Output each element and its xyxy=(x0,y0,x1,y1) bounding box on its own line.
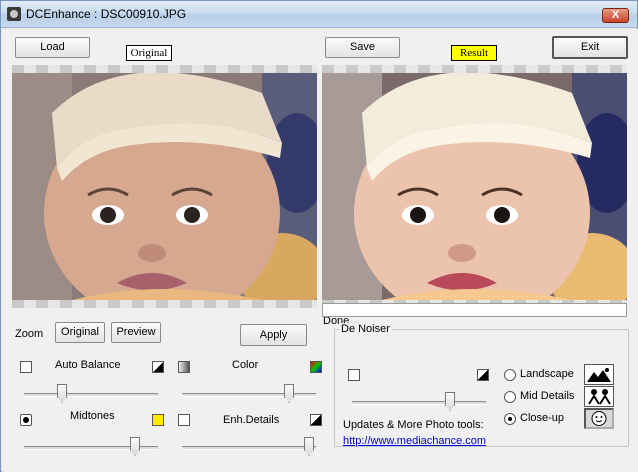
landscape-icon[interactable] xyxy=(584,364,614,385)
app-icon xyxy=(7,7,21,21)
people-icon[interactable] xyxy=(584,386,614,407)
auto-balance-label: Auto Balance xyxy=(55,359,121,371)
midtones-low-icon xyxy=(20,414,32,426)
window-title: DCEnhance : DSC00910.JPG xyxy=(26,7,187,21)
client-area: Load Original Save Result Exit Zoom Orig… xyxy=(2,29,638,472)
enh-details-low-icon xyxy=(178,414,190,426)
result-image-frame xyxy=(322,65,627,308)
updates-text: Updates & More Photo tools: xyxy=(343,419,484,431)
progress-bar xyxy=(322,303,627,317)
mid-details-label: Mid Details xyxy=(520,390,575,402)
denoiser-low-icon xyxy=(348,369,360,381)
enh-details-high-icon xyxy=(310,414,322,426)
face-icon[interactable] xyxy=(584,408,614,429)
midtones-label: Midtones xyxy=(70,410,115,422)
result-tag: Result xyxy=(451,45,497,61)
close-button[interactable]: X xyxy=(602,8,629,23)
apply-button[interactable]: Apply xyxy=(240,324,307,346)
original-image-frame xyxy=(12,65,317,308)
enh-details-track[interactable] xyxy=(182,446,316,450)
enh-details-thumb[interactable] xyxy=(304,437,314,456)
save-button[interactable]: Save xyxy=(325,37,400,58)
zoom-original-button[interactable]: Original xyxy=(55,322,105,343)
zoom-preview-button[interactable]: Preview xyxy=(111,322,161,343)
result-photo xyxy=(322,73,627,300)
auto-balance-track[interactable] xyxy=(24,393,158,397)
radio-mid-details[interactable] xyxy=(504,391,516,403)
color-low-icon xyxy=(178,361,190,373)
midtones-high-icon xyxy=(152,414,164,426)
denoiser-high-icon xyxy=(477,369,489,381)
exit-button[interactable]: Exit xyxy=(552,36,628,59)
denoiser-track[interactable] xyxy=(352,401,486,405)
color-track[interactable] xyxy=(182,393,316,397)
landscape-label: Landscape xyxy=(520,368,574,380)
title-bar[interactable]: DCEnhance : DSC00910.JPG X xyxy=(1,1,637,28)
enh-details-label: Enh.Details xyxy=(223,414,280,426)
radio-close-up[interactable] xyxy=(504,413,516,425)
original-photo xyxy=(12,73,317,300)
original-tag: Original xyxy=(126,45,172,61)
denoiser-title: De Noiser xyxy=(339,323,392,335)
color-thumb[interactable] xyxy=(284,384,294,403)
radio-landscape[interactable] xyxy=(504,369,516,381)
app-window: DCEnhance : DSC00910.JPG X Load Original… xyxy=(0,0,638,472)
auto-balance-thumb[interactable] xyxy=(57,384,67,403)
midtones-thumb[interactable] xyxy=(130,437,140,456)
auto-balance-high-icon xyxy=(152,361,164,373)
mediachance-link[interactable]: http://www.mediachance.com xyxy=(343,435,486,447)
close-up-label: Close-up xyxy=(520,412,565,424)
load-button[interactable]: Load xyxy=(15,37,90,58)
color-high-icon xyxy=(310,361,322,373)
zoom-label: Zoom xyxy=(15,328,44,340)
auto-balance-low-icon xyxy=(20,361,32,373)
color-label: Color xyxy=(232,359,259,371)
